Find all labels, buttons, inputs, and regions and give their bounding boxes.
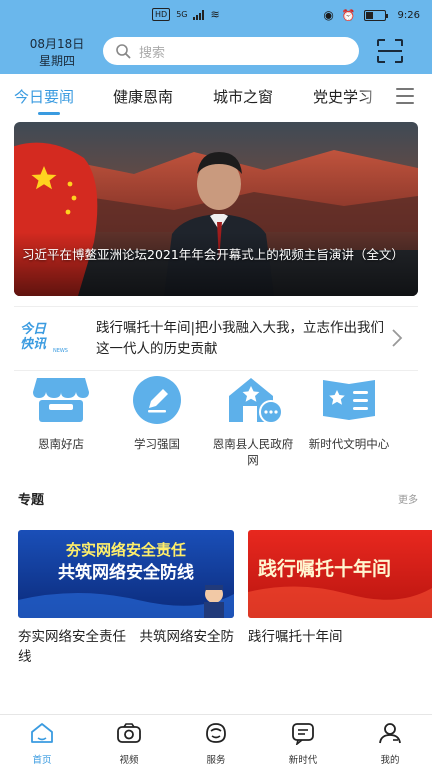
topics-header: 专题 更多 (18, 489, 418, 509)
battery-icon (363, 9, 388, 21)
topic-image-line2: 共筑网络安全防线 (58, 563, 194, 583)
bottom-nav: 首页 视频 服务 新时代 我的 (0, 714, 432, 768)
divider-top (14, 306, 418, 307)
chevron-right-icon (392, 329, 403, 347)
nav-label: 服务 (206, 755, 226, 766)
topic-image: 夯实网络安全责任 共筑网络安全防线 (18, 530, 234, 618)
tab-today-news[interactable]: 今日要闻 (14, 86, 74, 107)
nav-label: 新时代 (288, 755, 318, 766)
nav-home[interactable]: 首页 (12, 721, 72, 766)
topic-card-ten-years[interactable]: 践行嘱托十年间 践行嘱托十年间 (248, 530, 432, 670)
nav-video[interactable]: 视频 (99, 721, 159, 766)
express-news[interactable]: 今日 快讯 NEWS 践行嘱托十年间|把小我融入大我，立志作出我们这一代人的历史… (14, 310, 418, 366)
search-placeholder: 搜索 (139, 45, 166, 61)
status-network: HD 5G ≋ (152, 8, 220, 21)
nav-label: 首页 (32, 755, 52, 766)
headline-banner[interactable]: 习近平在博鳌亚洲论坛2021年年会开幕式上的视频主旨演讲（全文） (14, 122, 418, 296)
quick-link-label: 学习强国 (134, 437, 180, 451)
date-display: 08月18日 星期四 (22, 36, 92, 70)
wifi-icon: ≋ (210, 8, 220, 21)
nav-new-era[interactable]: 新时代 (273, 721, 333, 766)
shop-icon (33, 378, 89, 422)
topic-title: 践行嘱托十年间 (248, 629, 343, 645)
nav-service[interactable]: 服务 (186, 721, 246, 766)
quick-link-shop[interactable]: 恩南好店 (16, 374, 106, 452)
express-headline: 践行嘱托十年间|把小我融入大我，立志作出我们这一代人的历史贡献 (96, 320, 385, 357)
scan-icon[interactable] (376, 38, 404, 64)
topic-card-cyber-security[interactable]: 夯实网络安全责任 共筑网络安全防线 夯实网络安全责任 共筑网络安全防线 (18, 530, 234, 670)
search-icon (116, 44, 131, 59)
express-logo: 今日 快讯 NEWS (20, 322, 68, 354)
service-icon (206, 723, 226, 743)
quick-link-civilization[interactable]: 新时代文明中心 (304, 374, 394, 452)
express-logo-line1: 今日 (20, 322, 47, 337)
nav-label: 我的 (380, 755, 400, 766)
quick-links: 恩南好店 学习强国 恩南县人民政府网 新时代文明中心 (0, 374, 432, 484)
alarm-icon: ⏰ (341, 8, 356, 22)
quick-link-label: 新时代文明中心 (308, 437, 390, 451)
user-icon (379, 723, 401, 744)
government-house-icon (229, 378, 283, 424)
hd-badge: HD (152, 8, 171, 21)
quick-link-label: 恩南好店 (38, 437, 84, 451)
quick-link-label: 恩南县人民政府网 (212, 437, 294, 467)
banner-caption: 习近平在博鳌亚洲论坛2021年年会开幕式上的视频主旨演讲（全文） (22, 247, 404, 262)
active-tab-indicator (38, 112, 60, 115)
nav-label: 视频 (119, 755, 139, 766)
star-book-icon (323, 380, 375, 420)
tab-health[interactable]: 健康恩南 (113, 86, 173, 107)
topic-title: 夯实网络安全责任 共筑网络安全防线 (18, 629, 234, 665)
nav-profile[interactable]: 我的 (360, 721, 420, 766)
search-input[interactable]: 搜索 (103, 37, 359, 65)
topics-more-link[interactable]: 更多 (398, 491, 418, 506)
express-logo-sub: NEWS (52, 348, 68, 354)
banner-image (14, 122, 418, 296)
chat-icon (292, 723, 314, 747)
network-type: 5G (176, 10, 188, 19)
divider-bottom (14, 370, 418, 371)
quick-link-government[interactable]: 恩南县人民政府网 (208, 374, 298, 468)
status-bar: HD 5G ≋ ◉ ⏰ 9:26 (0, 0, 432, 30)
status-time: 9:26 (397, 9, 420, 21)
eye-icon: ◉ (323, 8, 334, 22)
category-tabs: 今日要闻 健康恩南 城市之窗 党史学习 (0, 74, 432, 120)
topic-image-line1: 夯实网络安全责任 (65, 541, 186, 559)
topic-image: 践行嘱托十年间 (248, 530, 432, 618)
app-header: 08月18日 星期四 搜索 (0, 30, 432, 74)
quick-link-study[interactable]: 学习强国 (112, 374, 202, 452)
topics-title: 专题 (18, 493, 45, 508)
signal-icon (193, 9, 205, 20)
camera-icon (117, 723, 141, 743)
menu-icon[interactable] (396, 88, 414, 104)
pen-icon (133, 376, 181, 424)
date-text: 08月18日 (29, 37, 85, 51)
tab-city-window[interactable]: 城市之窗 (213, 86, 273, 107)
topic-image-line1: 践行嘱托十年间 (258, 558, 392, 580)
home-icon (31, 723, 53, 743)
weekday-text: 星期四 (38, 54, 75, 68)
tab-fade (360, 74, 390, 120)
